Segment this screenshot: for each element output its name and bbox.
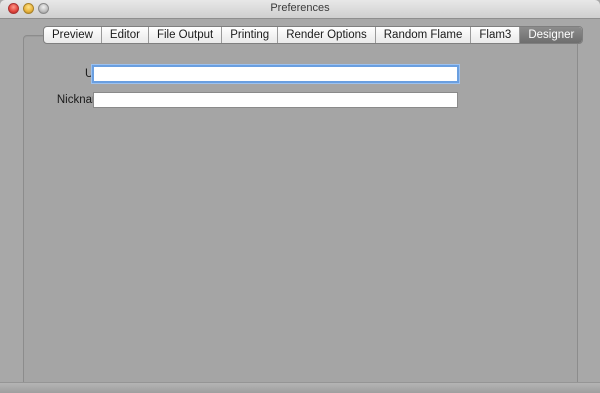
url-input[interactable] <box>92 65 459 83</box>
tab-random-flame[interactable]: Random Flame <box>376 27 472 43</box>
tab-file-output[interactable]: File Output <box>149 27 223 43</box>
tab-render-options[interactable]: Render Options <box>278 27 376 43</box>
window-title: Preferences <box>270 2 330 14</box>
tab-preview[interactable]: Preview <box>44 27 102 43</box>
preferences-window: Preferences URL Nickname Preview Editor … <box>0 0 600 393</box>
tab-panel: URL Nickname <box>23 35 578 386</box>
title-bar[interactable]: Preferences <box>0 0 600 19</box>
tab-printing[interactable]: Printing <box>222 27 279 43</box>
nickname-input[interactable] <box>93 92 458 108</box>
preferences-content: URL Nickname Preview Editor File Output … <box>0 19 600 393</box>
tab-flam3[interactable]: Flam3 <box>471 27 521 43</box>
window-bottom-bar <box>0 382 600 393</box>
tab-editor[interactable]: Editor <box>102 27 149 43</box>
tab-designer[interactable]: Designer <box>520 27 583 43</box>
preferences-tab-bar: Preview Editor File Output Printing Rend… <box>43 26 584 44</box>
